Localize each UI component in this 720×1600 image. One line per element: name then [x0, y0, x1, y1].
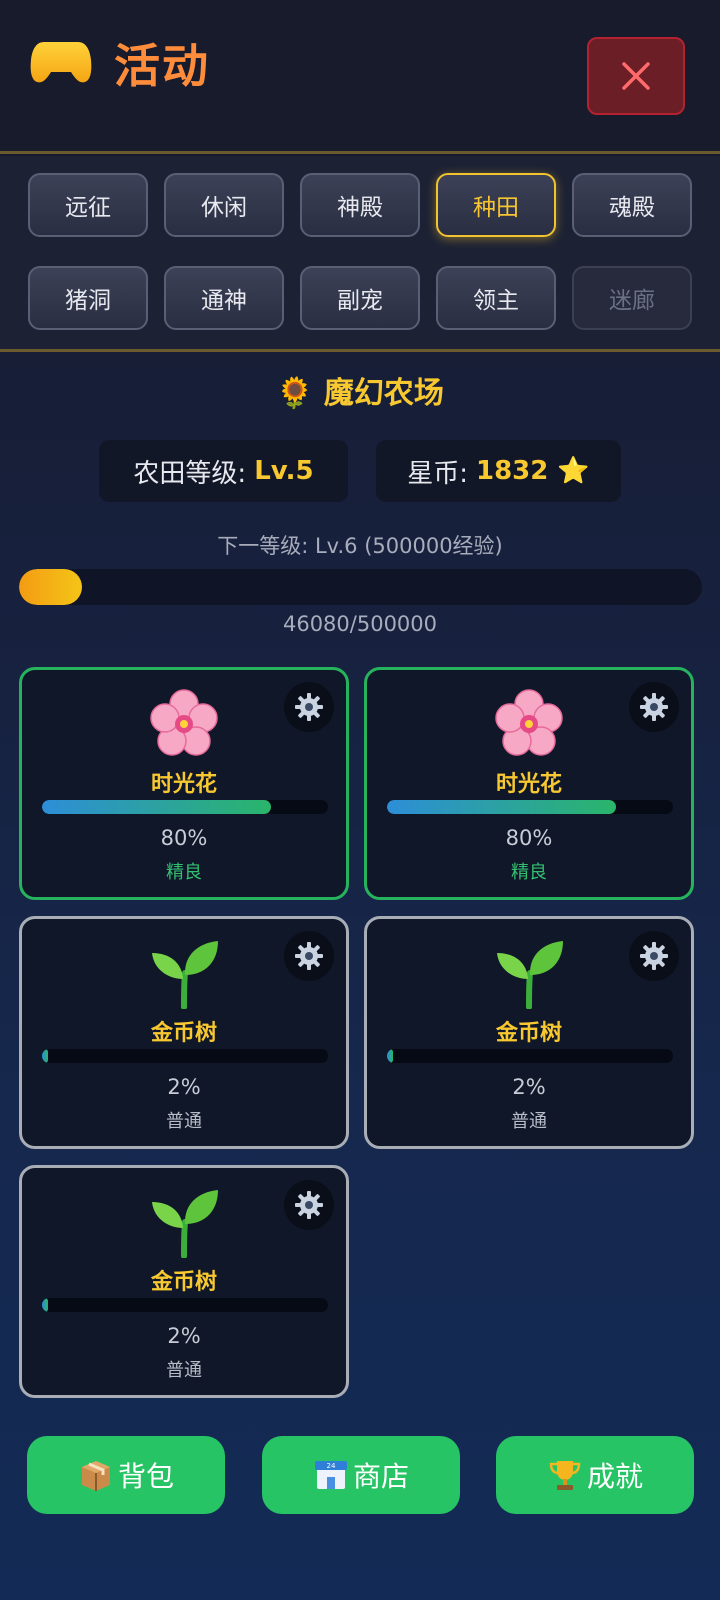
farm-plot[interactable]: 金币树 2% 普通 [364, 916, 694, 1149]
store-icon: 24 [314, 1461, 347, 1489]
farm-plot[interactable]: 时光花 80% 精良 [19, 667, 349, 900]
coin-label: 星币: [407, 458, 468, 489]
plot-growth-percent: 2% [512, 1075, 546, 1099]
plot-growth-fill [42, 1049, 48, 1063]
seedling-icon [152, 941, 218, 1009]
plot-settings-button[interactable] [284, 931, 334, 981]
plot-growth-percent: 80% [505, 826, 553, 850]
gear-icon [295, 942, 323, 970]
achievements-button[interactable]: 成就 [496, 1436, 694, 1514]
blossom-icon [150, 689, 218, 756]
blossom-icon [495, 689, 563, 756]
plot-crop-name: 时光花 [150, 772, 217, 797]
svg-text:24: 24 [327, 1462, 336, 1470]
plot-crop-name: 金币树 [495, 1021, 562, 1046]
backpack-label: 背包 [117, 1460, 174, 1493]
tab-expedition[interactable]: 远征 [28, 173, 148, 237]
activity-tabs: 远征 休闲 神殿 种田 魂殿 猪洞 通神 副宠 领主 迷廊 [0, 156, 720, 349]
close-button[interactable] [587, 37, 685, 115]
close-icon [622, 62, 650, 90]
tabs-divider [0, 349, 720, 352]
gear-icon [640, 942, 668, 970]
plot-growth-bar [42, 800, 328, 814]
farm-level-label: 农田等级: [133, 458, 247, 489]
header-divider [0, 151, 720, 154]
farm-plot[interactable]: 金币树 2% 普通 [19, 1165, 349, 1398]
tab-lord[interactable]: 领主 [436, 266, 556, 330]
tab-maze: 迷廊 [572, 266, 692, 330]
xp-progress-bar [19, 569, 702, 605]
gamepad-icon [30, 42, 92, 83]
page-title: 活动 [114, 39, 210, 93]
plot-growth-percent: 80% [160, 826, 208, 850]
plot-growth-percent: 2% [167, 1075, 201, 1099]
gear-icon [640, 693, 668, 721]
seedling-icon [152, 1190, 218, 1258]
tab-leisure[interactable]: 休闲 [164, 173, 284, 237]
plot-growth-fill [387, 1049, 393, 1063]
header: 活动 [0, 0, 720, 152]
farm-title: 🌻 魔幻农场 [276, 376, 444, 411]
plot-quality: 普通 [511, 1111, 547, 1132]
xp-progress-fill [19, 569, 82, 605]
plot-growth-percent: 2% [167, 1324, 201, 1348]
plot-growth-bar [42, 1049, 328, 1063]
plot-growth-bar [387, 800, 673, 814]
plot-quality: 普通 [166, 1111, 202, 1132]
plot-settings-button[interactable] [284, 682, 334, 732]
tab-tongshen[interactable]: 通神 [164, 266, 284, 330]
plot-settings-button[interactable] [284, 1180, 334, 1230]
shop-button[interactable]: 24 商店 [262, 1436, 460, 1514]
seedling-icon [497, 941, 563, 1009]
plot-quality: 精良 [511, 862, 547, 883]
coin-value: 1832 ⭐ [475, 456, 590, 486]
backpack-button[interactable]: 背包 [27, 1436, 225, 1514]
farm-level-box: 农田等级: Lv.5 [99, 440, 348, 502]
tab-farming[interactable]: 种田 [436, 173, 556, 237]
plot-crop-name: 金币树 [150, 1270, 217, 1295]
shop-label: 商店 [352, 1460, 409, 1493]
achievements-label: 成就 [586, 1460, 643, 1493]
trophy-icon [549, 1461, 581, 1490]
farm-plot[interactable]: 金币树 2% 普通 [19, 916, 349, 1149]
farm-plot[interactable]: 时光花 80% 精良 [364, 667, 694, 900]
next-level-text: 下一等级: Lv.6 (500000经验) [217, 534, 503, 558]
plot-crop-name: 金币树 [150, 1021, 217, 1046]
tab-sub-pet[interactable]: 副宠 [300, 266, 420, 330]
plot-growth-fill [42, 1298, 48, 1312]
plot-quality: 精良 [166, 862, 202, 883]
farm-level-value: Lv.5 [254, 456, 314, 486]
coin-box: 星币: 1832 ⭐ [376, 440, 621, 502]
plot-growth-bar [387, 1049, 673, 1063]
plot-settings-button[interactable] [629, 682, 679, 732]
tab-pig-cave[interactable]: 猪洞 [28, 266, 148, 330]
plot-growth-bar [42, 1298, 328, 1312]
gear-icon [295, 693, 323, 721]
plot-growth-fill [387, 800, 616, 814]
tab-temple[interactable]: 神殿 [300, 173, 420, 237]
package-icon [81, 1461, 110, 1491]
plot-crop-name: 时光花 [495, 772, 562, 797]
plot-quality: 普通 [166, 1360, 202, 1381]
tab-soul-hall[interactable]: 魂殿 [572, 173, 692, 237]
gear-icon [295, 1191, 323, 1219]
plot-settings-button[interactable] [629, 931, 679, 981]
xp-progress-text: 46080/500000 [282, 612, 438, 636]
plot-growth-fill [42, 800, 271, 814]
